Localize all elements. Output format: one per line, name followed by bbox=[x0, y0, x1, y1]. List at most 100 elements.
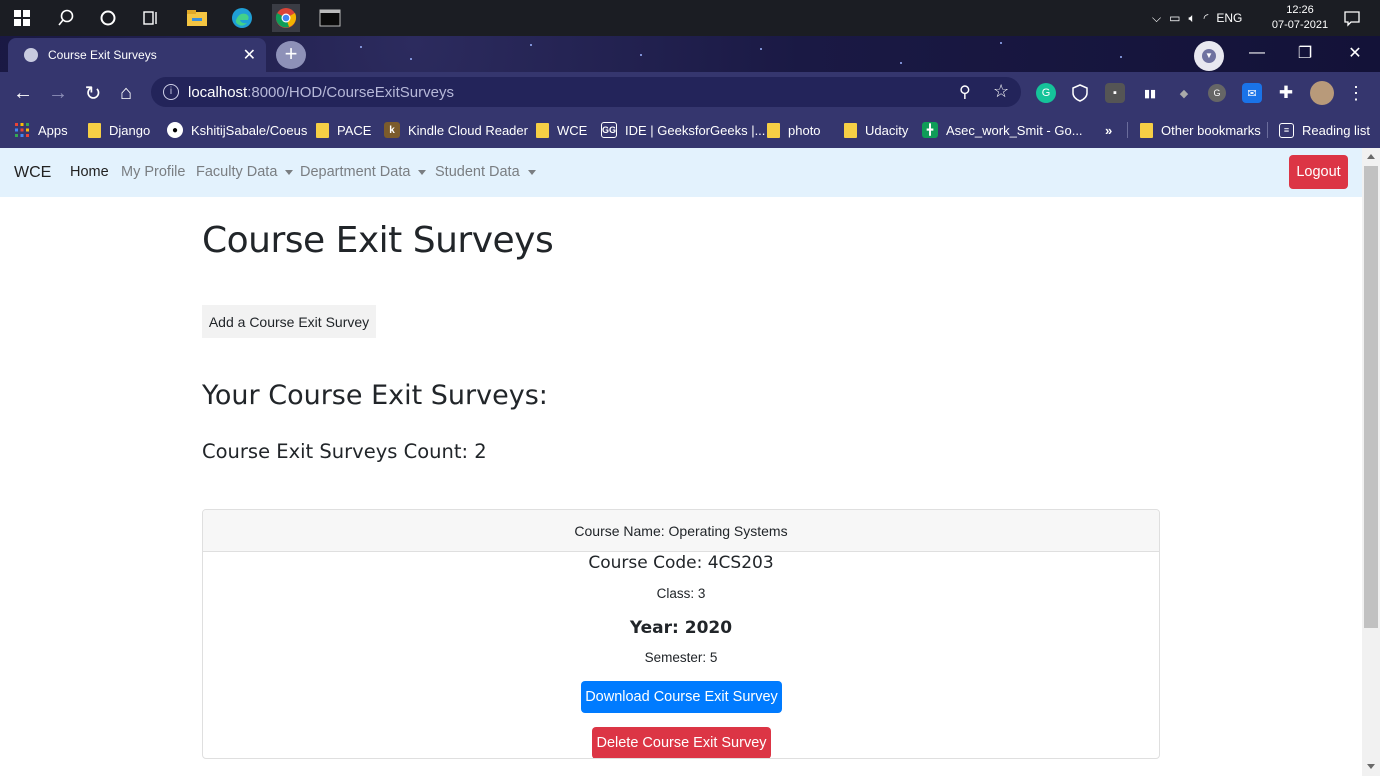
bookmark-photo[interactable]: photo bbox=[767, 120, 821, 140]
home-icon[interactable]: ⌂ bbox=[113, 80, 139, 106]
minimize-button[interactable]: — bbox=[1234, 36, 1280, 70]
divider bbox=[1267, 122, 1268, 138]
nav-label: Student Data bbox=[435, 164, 520, 180]
google-sheets-icon: ╋ bbox=[922, 122, 938, 138]
add-course-exit-survey-button[interactable]: Add a Course Exit Survey bbox=[202, 305, 376, 338]
page-scrollbar[interactable] bbox=[1362, 148, 1380, 776]
year-text: Year: 2020 bbox=[629, 618, 733, 638]
extension-icon-6[interactable]: G bbox=[1208, 84, 1226, 102]
extension-icon-5[interactable]: ◆ bbox=[1174, 83, 1194, 103]
reading-list-button[interactable]: ≡ Reading list bbox=[1279, 120, 1370, 140]
bookmark-label: KshitijSabale/Coeus bbox=[191, 122, 308, 138]
url-path: :8000/HOD/CourseExitSurveys bbox=[247, 84, 454, 101]
bookmark-other[interactable]: Other bookmarks bbox=[1140, 120, 1261, 140]
folder-icon bbox=[844, 122, 857, 138]
browser-tab[interactable]: Course Exit Surveys ✕ bbox=[8, 38, 266, 72]
kindle-icon: k bbox=[384, 122, 400, 138]
nav-my-profile[interactable]: My Profile bbox=[121, 164, 185, 180]
scrollbar-thumb[interactable] bbox=[1364, 166, 1378, 628]
grammarly-extension-icon[interactable]: G bbox=[1036, 83, 1056, 103]
bookmark-udacity[interactable]: Udacity bbox=[844, 120, 908, 140]
bookmark-label: photo bbox=[788, 122, 821, 138]
menu-dots-icon[interactable]: ⋮ bbox=[1346, 83, 1366, 103]
bookmark-kindle[interactable]: k Kindle Cloud Reader bbox=[384, 120, 528, 140]
volume-icon[interactable]: 🔈︎ bbox=[1188, 11, 1195, 26]
navbar-brand[interactable]: WCE bbox=[14, 164, 51, 182]
bookmark-label: Apps bbox=[38, 122, 68, 138]
language-indicator[interactable]: ENG bbox=[1216, 11, 1242, 25]
bookmark-star-icon[interactable]: ☆ bbox=[993, 81, 1009, 102]
tab-search-button[interactable]: ▼ bbox=[1194, 41, 1224, 71]
battery-icon[interactable]: ▭ bbox=[1169, 11, 1180, 25]
scroll-down-arrow-icon[interactable] bbox=[1367, 764, 1375, 769]
divider bbox=[1127, 122, 1128, 138]
clock[interactable]: 12:26 07-07-2021 bbox=[1270, 3, 1330, 33]
logout-button[interactable]: Logout bbox=[1289, 155, 1348, 189]
clock-time: 12:26 bbox=[1286, 4, 1314, 16]
caret-down-icon bbox=[418, 169, 427, 175]
restore-button[interactable]: ❐ bbox=[1282, 36, 1328, 70]
bookmark-label: IDE | GeeksforGeeks |... bbox=[625, 122, 766, 138]
notifications-icon[interactable] bbox=[1338, 4, 1366, 32]
cortana-icon[interactable] bbox=[94, 4, 122, 32]
chrome-taskbar-icon[interactable] bbox=[272, 4, 300, 32]
site-info-icon[interactable]: i bbox=[163, 84, 179, 100]
zoom-icon[interactable]: ⚲ bbox=[959, 82, 971, 102]
download-survey-button[interactable]: Download Course Exit Survey bbox=[581, 681, 782, 713]
bookmark-label: WCE bbox=[557, 122, 588, 138]
github-icon: ● bbox=[167, 122, 183, 138]
shield-extension-icon[interactable] bbox=[1070, 83, 1090, 103]
folder-icon bbox=[316, 122, 329, 138]
delete-survey-button[interactable]: Delete Course Exit Survey bbox=[592, 727, 771, 758]
bookmark-pace[interactable]: PACE bbox=[316, 120, 371, 140]
nav-home[interactable]: Home bbox=[70, 164, 109, 180]
chevron-up-icon[interactable]: ⌵ bbox=[1152, 11, 1161, 26]
nav-student-data[interactable]: Student Data bbox=[435, 164, 536, 180]
section-title: Your Course Exit Surveys: bbox=[202, 380, 548, 411]
back-arrow-icon[interactable]: ← bbox=[10, 80, 36, 106]
bookmarks-bar: Apps Django ● KshitijSabale/Coeus PACE k… bbox=[0, 112, 1380, 148]
bookmark-github-coeus[interactable]: ● KshitijSabale/Coeus bbox=[167, 120, 307, 140]
wifi-icon[interactable]: ◜ bbox=[1204, 11, 1209, 25]
close-tab-icon[interactable]: ✕ bbox=[243, 45, 256, 65]
close-window-button[interactable]: ✕ bbox=[1332, 36, 1378, 70]
extension-icon-7[interactable]: ✉ bbox=[1242, 83, 1262, 103]
extension-icon-3[interactable]: ▪ bbox=[1105, 83, 1125, 103]
folder-icon bbox=[536, 122, 549, 138]
bookmark-label: Kindle Cloud Reader bbox=[408, 122, 528, 138]
bookmark-asec-sheet[interactable]: ╋ Asec_work_Smit - Go... bbox=[922, 120, 1083, 140]
bookmark-wce[interactable]: WCE bbox=[536, 120, 587, 140]
forward-arrow-icon[interactable]: → bbox=[45, 80, 71, 106]
new-tab-button[interactable]: + bbox=[276, 41, 306, 69]
bookmark-label: Django bbox=[109, 122, 151, 138]
nav-faculty-data[interactable]: Faculty Data bbox=[196, 164, 294, 180]
surveys-count: Course Exit Surveys Count: 2 bbox=[202, 440, 487, 463]
url-host: localhost bbox=[188, 84, 248, 101]
reading-list-icon: ≡ bbox=[1279, 122, 1294, 138]
bookmark-apps[interactable]: Apps bbox=[14, 120, 68, 140]
semester-text: Semester: 5 bbox=[644, 650, 718, 665]
windows-start-icon[interactable] bbox=[8, 4, 36, 32]
reload-icon[interactable]: ↻ bbox=[80, 80, 106, 106]
puzzle-extensions-icon[interactable]: ✚ bbox=[1276, 83, 1296, 103]
bookmark-label: Reading list bbox=[1302, 122, 1370, 138]
scroll-up-arrow-icon[interactable] bbox=[1367, 154, 1375, 159]
nav-department-data[interactable]: Department Data bbox=[300, 164, 427, 180]
nav-label: Faculty Data bbox=[196, 164, 278, 180]
profile-avatar[interactable] bbox=[1310, 81, 1334, 105]
page-title: Course Exit Surveys bbox=[202, 220, 554, 261]
extension-icon-4[interactable]: ▮▮ bbox=[1140, 83, 1160, 103]
more-bookmarks-button[interactable]: » bbox=[1105, 120, 1112, 140]
bookmark-geeksforgeeks[interactable]: GG IDE | GeeksforGeeks |... bbox=[601, 120, 765, 140]
url-text[interactable]: localhost:8000/HOD/CourseExitSurveys bbox=[188, 84, 454, 101]
bookmark-label: PACE bbox=[337, 122, 372, 138]
file-explorer-icon[interactable] bbox=[183, 4, 211, 32]
address-bar[interactable]: i localhost:8000/HOD/CourseExitSurveys ⚲… bbox=[151, 77, 1021, 107]
search-icon[interactable] bbox=[52, 4, 80, 32]
terminal-icon[interactable] bbox=[316, 4, 344, 32]
task-view-icon[interactable] bbox=[137, 4, 165, 32]
caret-down-icon bbox=[285, 169, 294, 175]
edge-browser-icon[interactable] bbox=[228, 4, 256, 32]
geeksforgeeks-icon: GG bbox=[601, 122, 617, 138]
bookmark-django[interactable]: Django bbox=[88, 120, 150, 140]
